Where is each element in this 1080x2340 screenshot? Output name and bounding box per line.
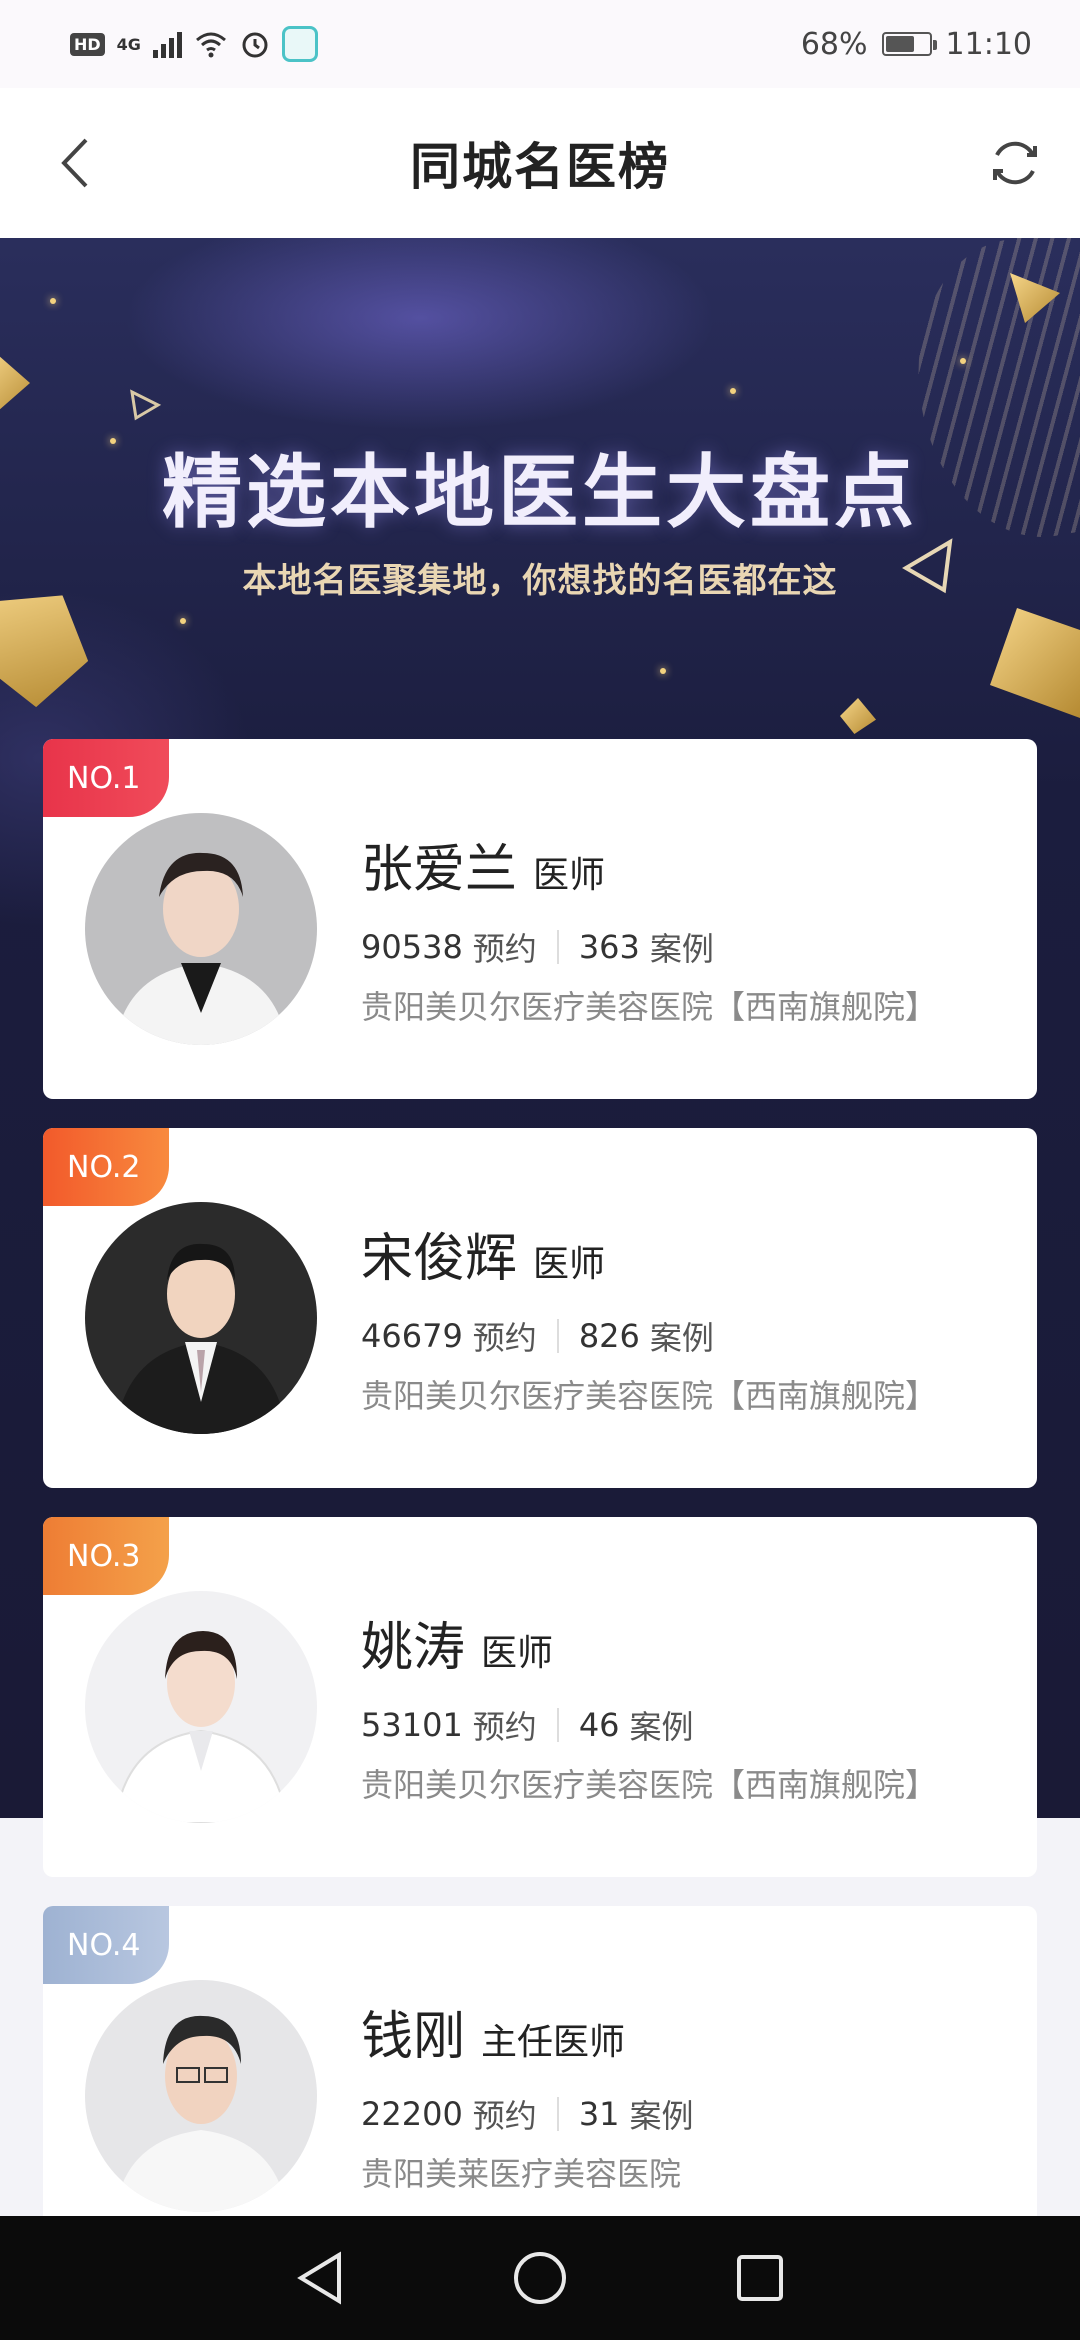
circle-home-icon (514, 2252, 566, 2304)
stats-divider (556, 1708, 559, 1742)
status-left: HD 4G (70, 26, 318, 62)
name-row: 钱刚 主任医师 (361, 1994, 957, 2069)
doctor-name: 姚涛 (361, 1618, 466, 1678)
back-arrow-icon (61, 138, 88, 188)
case-label: 案例 (649, 930, 714, 968)
doctor-card[interactable]: NO.2 宋俊辉 医师 46679 预约 826 案例 贵阳美贝尔医疗美容医院【… (43, 1128, 1037, 1488)
doctor-title: 医师 (481, 1633, 554, 1674)
appointment-label: 预约 (472, 1708, 537, 1746)
case-count: 826 (578, 1317, 640, 1355)
doctor-stats: 53101 预约 46 案例 (361, 1702, 957, 1748)
stats-divider (556, 2097, 559, 2131)
app-header: 同城名医榜 (0, 88, 1080, 238)
sparkle-decoration (50, 298, 56, 304)
doctor-name: 钱刚 (361, 2007, 466, 2067)
rank-badge: NO.1 (43, 739, 169, 817)
sparkle-decoration (180, 618, 186, 624)
network-type: 4G (116, 34, 141, 54)
appointment-count: 53101 (361, 1706, 463, 1744)
doctor-avatar (85, 1202, 317, 1434)
appointment-count: 22200 (361, 2095, 463, 2133)
square-recents-icon (737, 2255, 783, 2301)
triangle-back-icon (297, 2251, 341, 2305)
nav-recents-button[interactable] (730, 2248, 790, 2308)
stats-divider (556, 1319, 559, 1353)
name-row: 姚涛 医师 (361, 1605, 957, 1680)
gold-gem-decoration (990, 608, 1080, 718)
triangle-outline-decoration (130, 389, 162, 421)
doctor-info: 钱刚 主任医师 22200 预约 31 案例 贵阳美莱医疗美容医院 (361, 1994, 957, 2197)
doctor-avatar (85, 1980, 317, 2212)
doctor-card[interactable]: NO.1 张爱兰 医师 90538 预约 363 案例 贵阳美贝尔医疗美容医院【… (43, 739, 1037, 1099)
appointment-count: 90538 (361, 928, 463, 966)
case-count: 363 (578, 928, 640, 966)
doctor-title: 医师 (533, 1244, 606, 1285)
rank-badge: NO.3 (43, 1517, 169, 1595)
battery-percent: 68% (800, 26, 868, 62)
rank-badge: NO.4 (43, 1906, 169, 1984)
doctor-stats: 90538 预约 363 案例 (361, 924, 957, 970)
case-label: 案例 (649, 1319, 714, 1357)
refresh-icon (993, 141, 1037, 185)
appointment-label: 预约 (472, 930, 537, 968)
nav-home-button[interactable] (510, 2248, 570, 2308)
doctor-card[interactable]: NO.4 钱刚 主任医师 22200 预约 31 案例 贵阳美莱医疗美容医院 (43, 1906, 1037, 2266)
banner-subtitle: 本地名医聚集地，你想找的名医都在这 (242, 561, 838, 601)
gold-gem-decoration (0, 348, 30, 418)
case-label: 案例 (629, 2097, 694, 2135)
clock: 11:10 (945, 26, 1032, 62)
hospital-name: 贵阳美贝尔医疗美容医院【西南旗舰院】 (361, 988, 938, 1026)
doctor-avatar (85, 813, 317, 1045)
sparkle-decoration (730, 388, 736, 394)
case-label: 案例 (629, 1708, 694, 1746)
case-count: 31 (578, 2095, 620, 2133)
doctor-card[interactable]: NO.3 姚涛 医师 53101 预约 46 案例 贵阳美贝尔医疗美容医院【西南… (43, 1517, 1037, 1877)
doctor-avatar (85, 1591, 317, 1823)
hospital-name: 贵阳美贝尔医疗美容医院【西南旗舰院】 (361, 1377, 938, 1415)
hospital-name: 贵阳美莱医疗美容医院 (361, 2155, 682, 2193)
banner-title: 精选本地医生大盘点 (162, 446, 918, 539)
page-title: 同城名医榜 (410, 138, 670, 196)
appointment-count: 46679 (361, 1317, 463, 1355)
status-bar: HD 4G 68% 11:10 (0, 0, 1080, 88)
app-notification-icon (281, 26, 318, 62)
doctor-info: 宋俊辉 医师 46679 预约 826 案例 贵阳美贝尔医疗美容医院【西南旗舰院… (361, 1216, 957, 1419)
rank-badge: NO.2 (43, 1128, 169, 1206)
alarm-icon (242, 32, 268, 58)
signal-icon (152, 30, 182, 58)
system-nav-bar (0, 2216, 1080, 2340)
appointment-label: 预约 (472, 2097, 537, 2135)
sparkle-decoration (660, 668, 666, 674)
refresh-button[interactable] (980, 128, 1050, 198)
gold-gem-decoration (840, 698, 876, 734)
battery-icon (881, 32, 937, 56)
doctor-name: 张爱兰 (361, 840, 518, 900)
case-count: 46 (578, 1706, 620, 1744)
doctor-stats: 46679 预约 826 案例 (361, 1313, 957, 1359)
doctor-stats: 22200 预约 31 案例 (361, 2091, 957, 2137)
stats-divider (556, 930, 559, 964)
nav-back-button[interactable] (290, 2248, 350, 2308)
status-right: 68% 11:10 (801, 27, 1032, 62)
doctor-info: 张爱兰 医师 90538 预约 363 案例 贵阳美贝尔医疗美容医院【西南旗舰院… (361, 827, 957, 1030)
sparkle-decoration (960, 358, 966, 364)
doctor-title: 主任医师 (481, 2022, 626, 2063)
doctor-name: 宋俊辉 (361, 1229, 518, 1289)
doctor-title: 医师 (533, 855, 606, 896)
back-button[interactable] (40, 128, 110, 198)
hospital-name: 贵阳美贝尔医疗美容医院【西南旗舰院】 (361, 1766, 938, 1804)
hd-badge: HD (70, 32, 105, 56)
name-row: 张爱兰 医师 (361, 827, 957, 902)
name-row: 宋俊辉 医师 (361, 1216, 957, 1291)
appointment-label: 预约 (472, 1319, 537, 1357)
doctor-info: 姚涛 医师 53101 预约 46 案例 贵阳美贝尔医疗美容医院【西南旗舰院】 (361, 1605, 957, 1808)
wifi-icon (195, 32, 226, 58)
